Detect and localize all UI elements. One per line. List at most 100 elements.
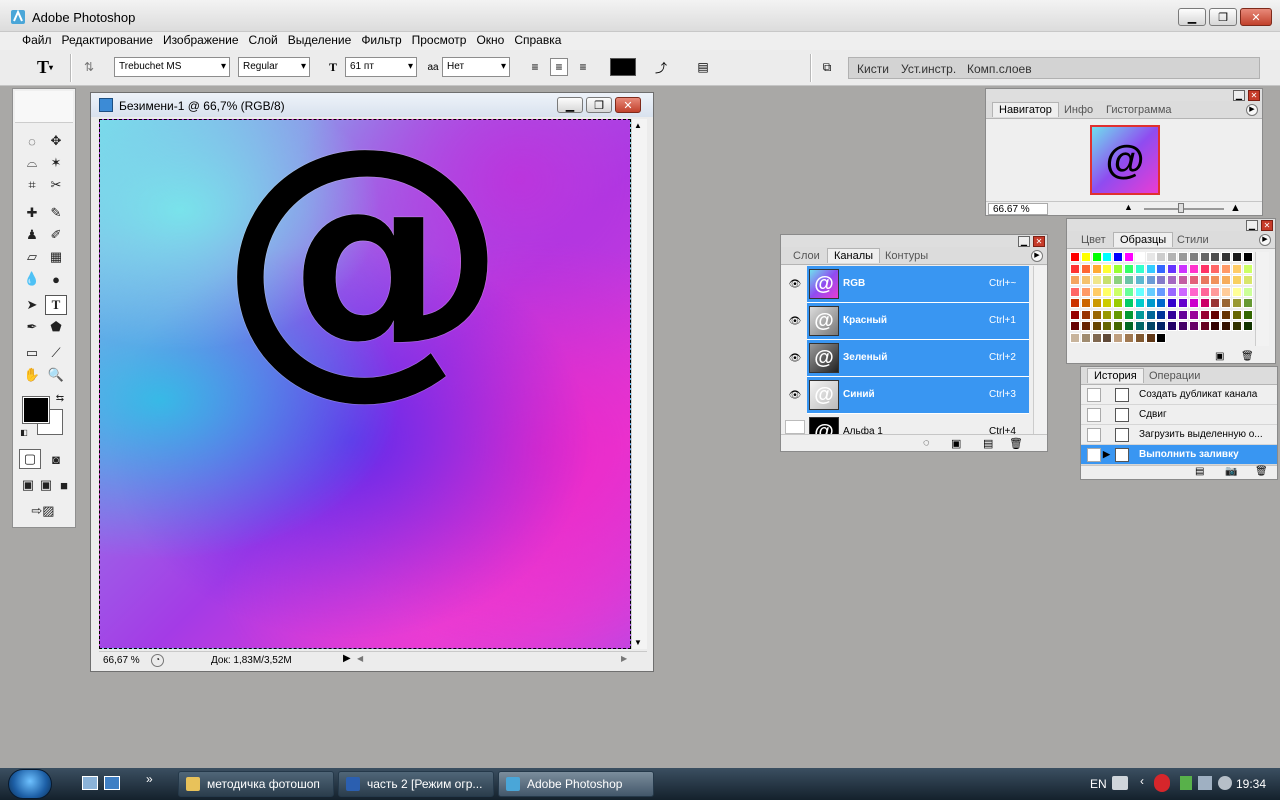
default-colors-icon[interactable]: ◧ <box>17 425 31 439</box>
warp-text-icon[interactable]: ⤴ <box>652 58 670 76</box>
color-swatch[interactable] <box>1188 286 1199 297</box>
volume-tray-icon[interactable] <box>1218 776 1232 790</box>
tab-styles[interactable]: Стили <box>1177 234 1209 246</box>
menu-help[interactable]: Справка <box>509 32 566 50</box>
color-swatch[interactable] <box>1134 275 1145 285</box>
type-tool-icon[interactable]: T <box>45 295 67 315</box>
color-swatch[interactable] <box>1113 286 1124 297</box>
panel-minimize-icon[interactable]: ▁ <box>1246 220 1258 231</box>
color-swatch[interactable] <box>1145 286 1156 297</box>
network-tray-icon[interactable] <box>1198 776 1212 790</box>
color-swatch[interactable] <box>1221 275 1232 285</box>
tab-navigator[interactable]: Навигатор <box>992 102 1059 117</box>
menu-file[interactable]: Файл <box>17 32 57 50</box>
navigator-zoom-field[interactable]: 66.67 % <box>988 203 1048 215</box>
channel-row[interactable]: @ Красный Ctrl+1 <box>807 303 1029 340</box>
color-swatch[interactable] <box>1080 332 1091 343</box>
well-tab-brushes[interactable]: Кисти <box>857 62 889 76</box>
quick-launch-expand-icon[interactable]: » <box>146 772 153 786</box>
menu-filter[interactable]: Фильтр <box>356 32 406 50</box>
color-swatch[interactable] <box>1210 309 1221 320</box>
color-swatch[interactable] <box>1156 309 1167 320</box>
color-swatch[interactable] <box>1242 309 1253 320</box>
menu-window[interactable]: Окно <box>471 32 509 50</box>
panel-menu-icon[interactable]: ▶ <box>1246 104 1258 116</box>
tab-histogram[interactable]: Гистограмма <box>1106 104 1172 116</box>
color-swatch[interactable] <box>1102 252 1113 262</box>
image-canvas[interactable]: @ <box>99 119 631 649</box>
maximize-button[interactable]: ❐ <box>1209 8 1237 26</box>
switch-windows-icon[interactable] <box>104 776 120 790</box>
color-swatch[interactable] <box>1091 298 1102 308</box>
color-swatch[interactable] <box>1167 263 1178 274</box>
color-swatch[interactable] <box>1199 321 1210 331</box>
align-left-icon[interactable]: ≡ <box>526 58 544 76</box>
type-tool-preset-button[interactable]: T ▾ <box>30 57 60 77</box>
save-selection-icon[interactable]: ▣ <box>951 437 961 450</box>
scroll-right-icon[interactable]: ▶ <box>621 654 627 663</box>
color-swatch[interactable] <box>1221 309 1232 320</box>
color-swatch[interactable] <box>1134 298 1145 308</box>
color-swatch[interactable] <box>1242 263 1253 274</box>
color-swatch[interactable] <box>1070 321 1080 331</box>
swatches-scrollbar[interactable] <box>1255 252 1269 346</box>
channel-row[interactable]: @ Синий Ctrl+3 <box>807 377 1029 414</box>
stamp-tool-icon[interactable]: ♟ <box>21 225 43 245</box>
color-swatch[interactable] <box>1210 252 1221 262</box>
color-swatch[interactable] <box>1188 252 1199 262</box>
path-selection-tool-icon[interactable]: ➤ <box>21 295 43 315</box>
panel-minimize-icon[interactable]: ▁ <box>1018 236 1030 247</box>
color-swatch[interactable] <box>1080 275 1091 285</box>
color-swatch[interactable] <box>1167 298 1178 308</box>
lasso-tool-icon[interactable]: ⌓ <box>21 153 43 173</box>
gradient-tool-icon[interactable]: ▦ <box>45 247 67 267</box>
tab-layers[interactable]: Слои <box>793 250 820 262</box>
color-swatch[interactable] <box>1156 321 1167 331</box>
color-swatch[interactable] <box>1232 286 1242 297</box>
color-swatch[interactable] <box>1113 298 1124 308</box>
color-swatch[interactable] <box>1167 309 1178 320</box>
magic-wand-tool-icon[interactable]: ✶ <box>45 153 67 173</box>
color-swatch[interactable] <box>1156 275 1167 285</box>
color-swatch[interactable] <box>1178 321 1188 331</box>
crop-tool-icon[interactable]: ⌗ <box>21 175 43 195</box>
color-swatch[interactable] <box>1113 252 1124 262</box>
color-swatch[interactable] <box>1145 252 1156 262</box>
tab-actions[interactable]: Операции <box>1149 370 1200 382</box>
color-swatch[interactable] <box>1167 252 1178 262</box>
color-swatch[interactable] <box>1167 286 1178 297</box>
brush-tool-icon[interactable]: ✎ <box>45 203 67 223</box>
color-swatch[interactable] <box>1080 252 1091 262</box>
history-snapshot-checkbox[interactable] <box>1087 388 1101 402</box>
taskbar-item[interactable]: Adobe Photoshop <box>498 771 654 797</box>
color-swatch[interactable] <box>1102 309 1113 320</box>
scroll-left-icon[interactable]: ◀ <box>357 654 363 663</box>
channel-row[interactable]: @ RGB Ctrl+~ <box>807 266 1029 303</box>
menu-image[interactable]: Изображение <box>158 32 244 50</box>
color-swatch[interactable] <box>1156 332 1167 343</box>
color-swatch[interactable] <box>1145 321 1156 331</box>
color-swatch[interactable] <box>1167 275 1178 285</box>
color-swatch[interactable] <box>1070 252 1080 262</box>
color-swatch[interactable] <box>1178 286 1188 297</box>
color-swatch[interactable] <box>1113 332 1124 343</box>
color-swatch[interactable] <box>1199 286 1210 297</box>
zoom-out-icon[interactable]: ▲ <box>1124 202 1133 212</box>
history-item[interactable]: Сдвиг <box>1081 405 1277 425</box>
color-swatch[interactable] <box>1124 263 1134 274</box>
scroll-down-icon[interactable]: ▼ <box>634 638 642 647</box>
color-swatch[interactable] <box>1156 252 1167 262</box>
color-swatch[interactable] <box>1091 321 1102 331</box>
menu-view[interactable]: Просмотр <box>407 32 472 50</box>
color-swatch[interactable] <box>1178 275 1188 285</box>
color-swatch[interactable] <box>1188 298 1199 308</box>
color-swatch[interactable] <box>1124 309 1134 320</box>
color-swatch[interactable] <box>1102 321 1113 331</box>
color-swatch[interactable] <box>1221 263 1232 274</box>
vertical-scrollbar[interactable]: ▲ ▼ <box>631 119 647 649</box>
marquee-tool-icon[interactable]: ◌ <box>21 131 43 151</box>
color-swatch[interactable] <box>1178 309 1188 320</box>
color-swatch[interactable] <box>1113 263 1124 274</box>
clock[interactable]: 19:34 <box>1236 777 1266 791</box>
color-swatch[interactable] <box>1080 309 1091 320</box>
